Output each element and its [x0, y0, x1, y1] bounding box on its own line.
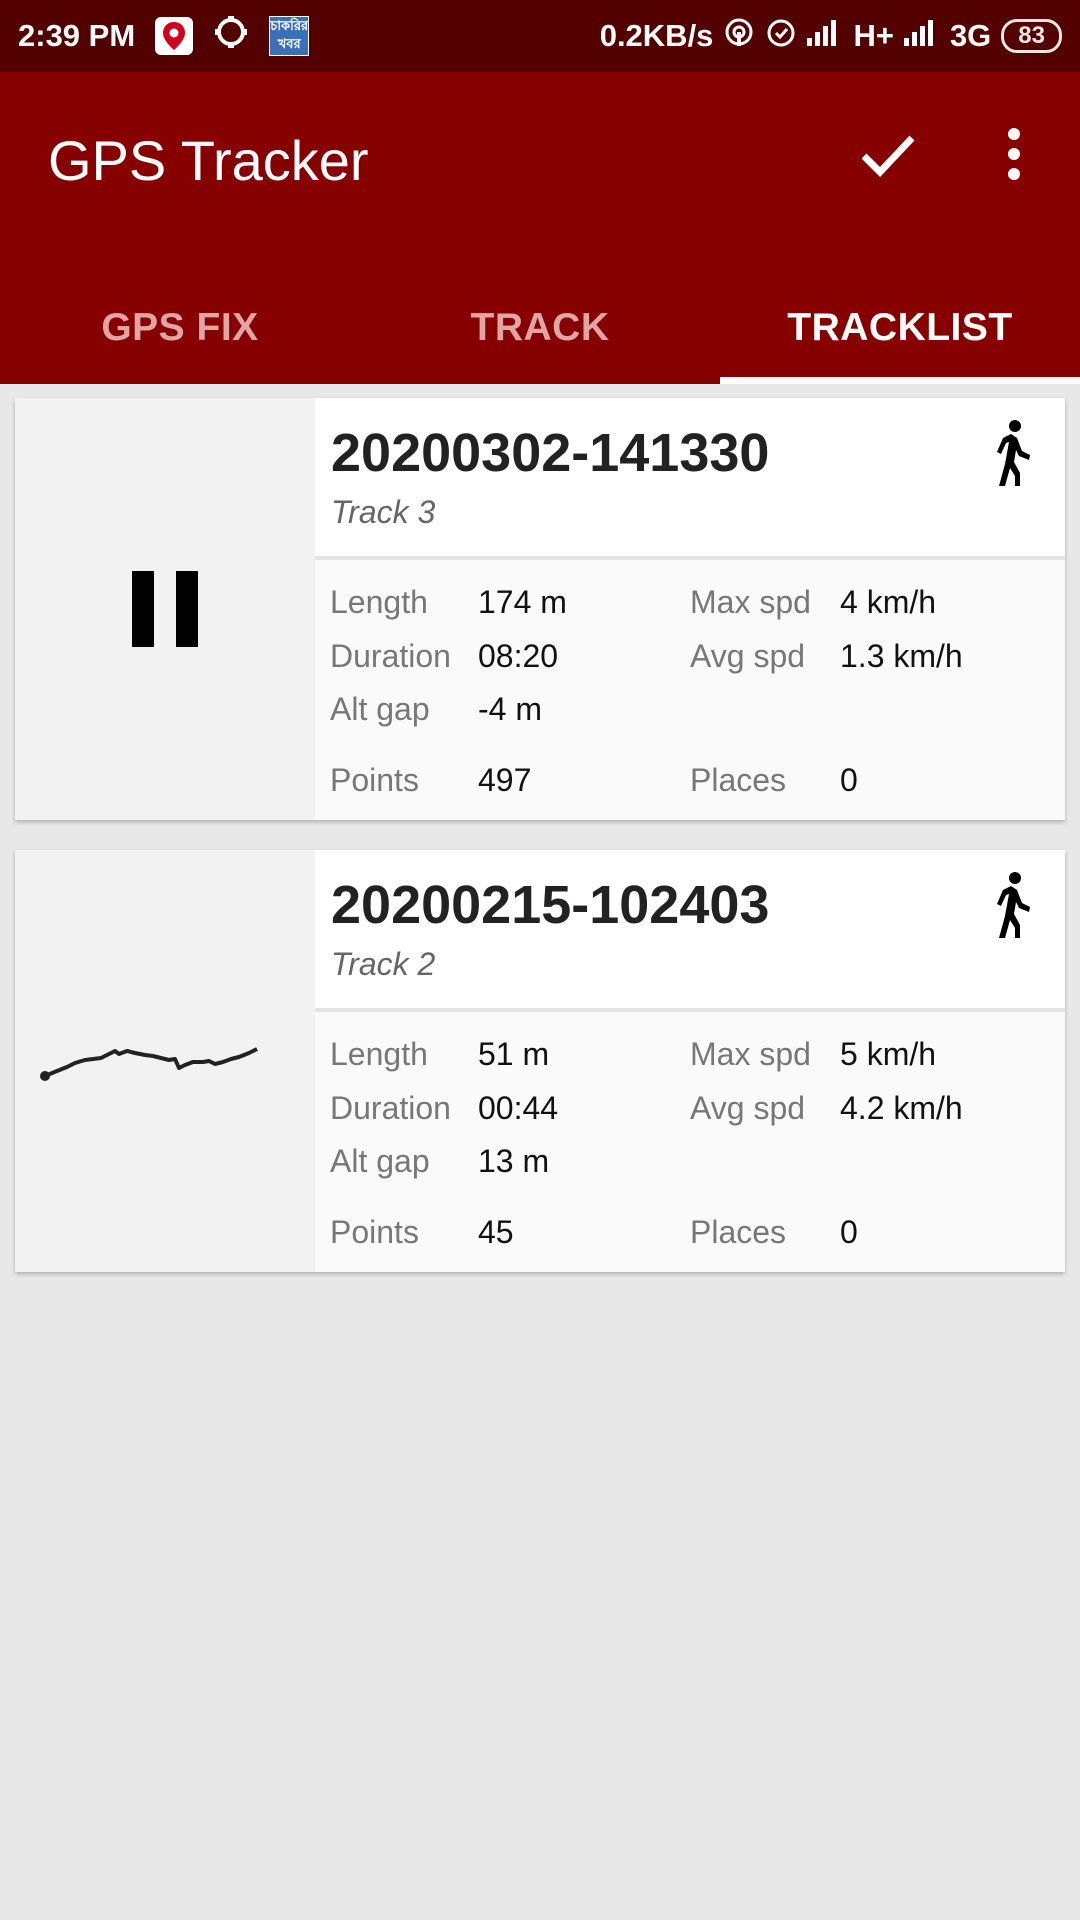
- max-spd-label: Max spd: [690, 584, 811, 620]
- max-spd-value: 4 km/h: [840, 584, 937, 620]
- duration-value: 08:20: [478, 638, 559, 674]
- hotspot-icon: [723, 16, 755, 56]
- places-value: 0: [840, 762, 858, 798]
- length-value: 51 m: [478, 1036, 550, 1072]
- avg-spd-value: 1.3 km/h: [840, 638, 963, 674]
- tab-gps-fix[interactable]: GPS FIX: [0, 272, 360, 384]
- track-thumbnail: [15, 398, 315, 820]
- track-path-preview: [40, 1047, 258, 1081]
- map-pin-icon: [155, 17, 194, 55]
- app-title: GPS Tracker: [48, 129, 369, 192]
- track-description: Track 2: [331, 946, 436, 982]
- tab-track[interactable]: TRACK: [360, 272, 720, 384]
- alt-gap-label: Alt gap: [330, 691, 430, 727]
- check-icon[interactable]: [858, 124, 918, 189]
- track-name: 20200302-141330: [331, 423, 770, 483]
- places-label: Places: [690, 762, 787, 798]
- status-time: 2:39 PM: [18, 18, 136, 53]
- max-spd-value: 5 km/h: [840, 1036, 937, 1072]
- track-header: 20200215-102403 Track 2: [315, 850, 1065, 1012]
- alarm-icon: [765, 16, 797, 56]
- news-app-icon: চাকরির খবর: [269, 16, 310, 56]
- max-spd-label: Max spd: [690, 1036, 811, 1072]
- tab-bar: GPS FIX TRACK TRACKLIST: [0, 272, 1080, 384]
- points-label: Points: [330, 762, 419, 798]
- walk-icon: [989, 872, 1035, 945]
- app-bar: GPS Tracker GPS FIX TRACK TRACKLIST: [0, 72, 1080, 384]
- signal-icon: [807, 18, 843, 54]
- status-bar: 2:39 PM চাকরির খবর 0.2KB/s H+ 3G 83: [0, 0, 1080, 72]
- walk-icon: [989, 420, 1035, 493]
- avg-spd-value: 4.2 km/h: [840, 1090, 963, 1126]
- points-value: 497: [478, 762, 532, 798]
- alt-gap-label: Alt gap: [330, 1143, 430, 1179]
- length-label: Length: [330, 1036, 428, 1072]
- places-label: Places: [690, 1214, 787, 1250]
- length-value: 174 m: [478, 584, 567, 620]
- duration-label: Duration: [330, 638, 451, 674]
- length-label: Length: [330, 584, 428, 620]
- track-card[interactable]: 20200215-102403 Track 2 Length 51 m Dura…: [15, 850, 1065, 1272]
- sync-icon: [213, 14, 249, 58]
- track-thumbnail: [15, 850, 315, 1272]
- more-vert-icon[interactable]: [996, 124, 1032, 189]
- network-type-2: 3G: [949, 18, 992, 53]
- track-name: 20200215-102403: [331, 875, 770, 935]
- alt-gap-value: 13 m: [478, 1143, 550, 1179]
- points-value: 45: [478, 1214, 514, 1250]
- duration-label: Duration: [330, 1090, 451, 1126]
- signal-icon-2: [903, 18, 940, 54]
- track-card[interactable]: 20200302-141330 Track 3 Length 174 m Dur…: [15, 398, 1065, 820]
- network-type-1: H+: [853, 18, 894, 53]
- duration-value: 00:44: [478, 1090, 559, 1126]
- tab-tracklist[interactable]: TRACKLIST: [720, 272, 1080, 384]
- network-speed: 0.2KB/s: [599, 18, 714, 53]
- avg-spd-label: Avg spd: [690, 638, 806, 674]
- places-value: 0: [840, 1214, 858, 1250]
- avg-spd-label: Avg spd: [690, 1090, 806, 1126]
- track-description: Track 3: [331, 494, 436, 530]
- battery-indicator: 83: [1001, 19, 1062, 53]
- track-header: 20200302-141330 Track 3: [315, 398, 1065, 560]
- points-label: Points: [330, 1214, 419, 1250]
- pause-icon: [132, 571, 198, 647]
- alt-gap-value: -4 m: [478, 691, 542, 727]
